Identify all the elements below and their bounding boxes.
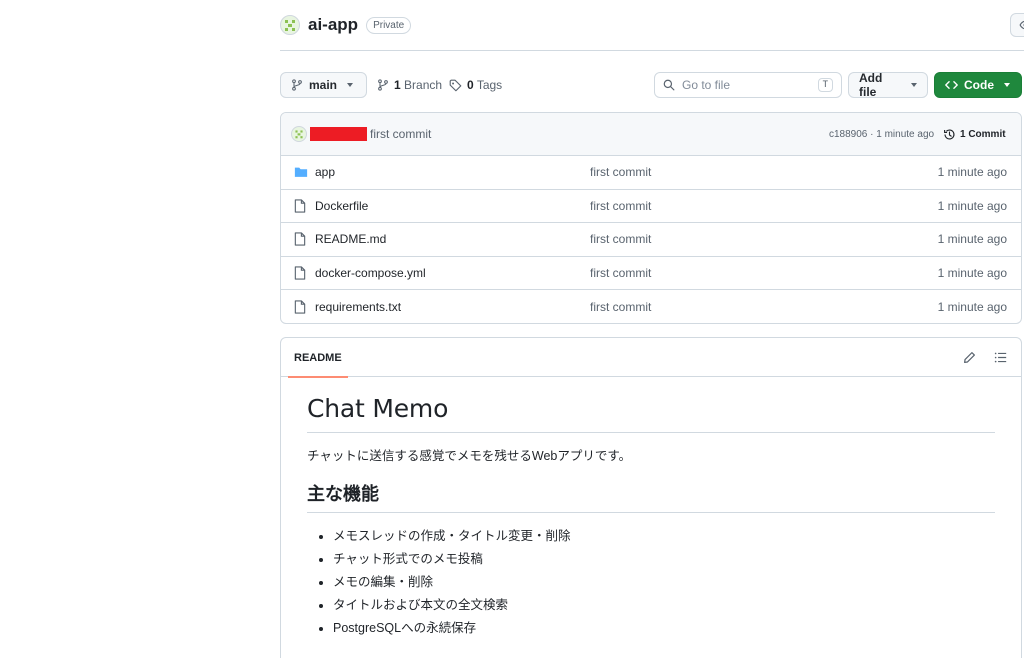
latest-commit-bar: first commit c188906 · 1 minute ago 1 Co… [281,113,1021,156]
features-heading: 主な機能 [307,483,995,513]
feature-item: タイトルおよび本文の全文検索 [333,594,995,617]
branches-link[interactable]: 1 Branch [377,72,442,98]
redacted-username [310,127,367,141]
shortcut-hint: T [817,78,833,92]
commit-count: 1 Commit [960,129,1006,140]
file-name[interactable]: app [315,165,335,179]
file-browser: first commit c188906 · 1 minute ago 1 Co… [280,112,1022,324]
readme-header: README [281,338,1021,378]
file-row[interactable]: README.md first commit 1 minute ago [281,223,1021,257]
code-button[interactable]: Code [934,72,1022,98]
tag-count: 0 [467,78,474,92]
tags-link[interactable]: 0 Tags [449,72,502,98]
file-commit-date: 1 minute ago [937,165,1007,180]
readme-tab-label: README [294,351,342,364]
pencil-icon[interactable] [963,351,976,364]
file-icon [294,199,306,213]
readme-panel: README Chat Memo チャットに送信する感覚でメモを残せるWebアプ… [280,337,1022,658]
eye-icon [1019,20,1024,30]
features-list: メモスレッドの作成・タイトル変更・削除 チャット形式でのメモ投稿 メモの編集・削… [307,525,995,640]
tag-label: Tags [476,78,503,92]
owner-avatar[interactable] [280,15,300,35]
readme-content: Chat Memo チャットに送信する感覚でメモを残せるWebアプリです。 主な… [307,394,995,640]
file-commit-date: 1 minute ago [937,300,1007,315]
readme-title: Chat Memo [307,394,995,433]
readme-actions [963,338,1007,377]
file-icon [294,300,306,314]
file-commit-message[interactable]: first commit [590,300,651,314]
file-row[interactable]: app first commit 1 minute ago [281,156,1021,190]
file-commit-date: 1 minute ago [937,232,1007,247]
watch-button[interactable] [1010,13,1024,37]
file-row[interactable]: requirements.txt first commit 1 minute a… [281,290,1021,323]
tab-readme[interactable]: README [288,338,348,378]
outline-list-icon[interactable] [994,351,1007,364]
file-icon [294,232,306,247]
add-file-label: Add file [859,71,883,99]
file-icon [294,266,306,280]
branch-icon [378,79,388,91]
commit-history-link[interactable]: 1 Commit [943,113,1006,156]
add-file-button[interactable]: Add file [848,71,928,99]
feature-item: PostgreSQLへの永続保存 [333,617,995,640]
file-row[interactable]: Dockerfile first commit 1 minute ago [281,190,1021,224]
file-row[interactable]: docker-compose.yml first commit 1 minute… [281,257,1021,291]
repo-name[interactable]: ai-app [308,15,358,35]
file-name[interactable]: README.md [315,232,386,246]
file-commit-date: 1 minute ago [937,198,1007,213]
chevron-down-icon [347,83,354,87]
feature-item: メモスレッドの作成・タイトル変更・削除 [333,525,995,548]
feature-item: チャット形式でのメモ投稿 [333,548,995,571]
tag-icon [449,79,462,91]
visibility-badge: Private [366,16,412,34]
file-commit-date: 1 minute ago [937,266,1007,281]
branch-select-button[interactable]: main [280,72,367,98]
header-divider [280,50,1024,51]
file-commit-message[interactable]: first commit [590,199,651,213]
file-commit-message[interactable]: first commit [590,165,651,179]
go-to-file-placeholder: Go to file [682,78,731,92]
chevron-down-icon [911,83,917,87]
code-label: Code [964,78,994,92]
commit-hash-time[interactable]: c188906 · 1 minute ago [829,113,934,156]
chevron-down-icon [1004,83,1010,87]
folder-icon [294,167,308,178]
history-icon [944,129,955,140]
feature-item: メモの編集・削除 [333,571,995,594]
file-commit-message[interactable]: first commit [590,266,651,280]
branch-label: Branch [404,78,443,92]
branch-name: main [309,78,338,92]
readme-intro: チャットに送信する感覚でメモを残せるWebアプリです。 [307,449,632,463]
code-icon [945,81,958,89]
file-name[interactable]: docker-compose.yml [315,266,426,280]
repo-header: ai-app Private [280,13,412,37]
go-to-file-input[interactable]: Go to file T [654,72,842,98]
file-name[interactable]: requirements.txt [315,300,401,314]
latest-commit-message[interactable]: first commit [370,127,431,141]
branch-count: 1 [394,78,401,92]
file-commit-message[interactable]: first commit [590,232,651,246]
committer-avatar[interactable] [291,126,307,142]
file-name[interactable]: Dockerfile [315,199,368,213]
branch-icon [292,79,302,91]
search-icon [663,79,675,91]
